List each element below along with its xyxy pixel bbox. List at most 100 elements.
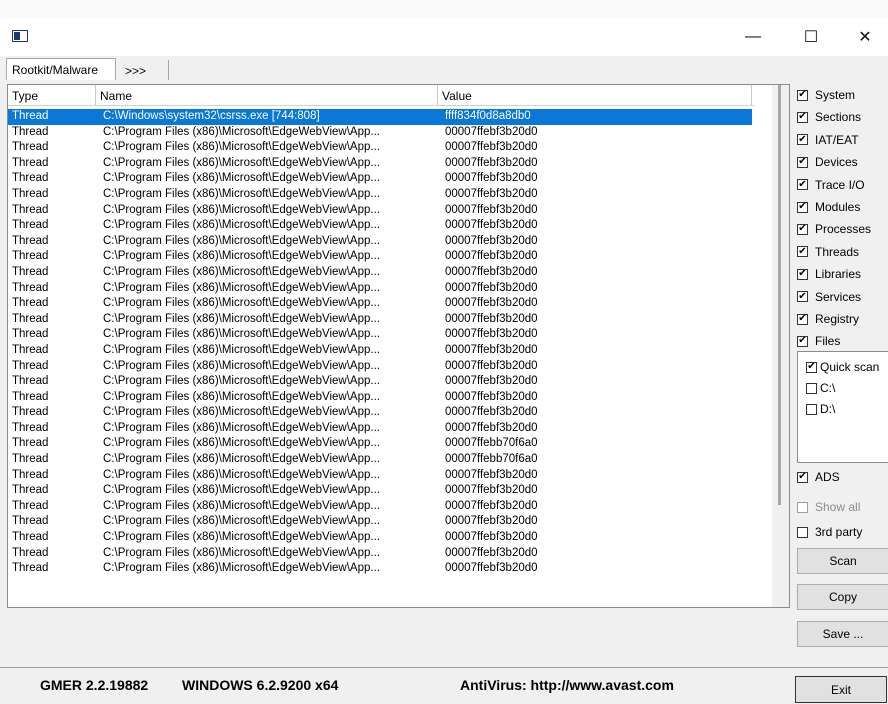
copy-button[interactable]: Copy <box>797 584 888 610</box>
maximize-button[interactable]: ☐ <box>788 18 834 56</box>
option-checkbox-trace-i-o[interactable]: ✔ Trace I/O <box>797 175 865 195</box>
cell-name: C:\Program Files (x86)\Microsoft\EdgeWeb… <box>103 156 380 169</box>
cell-name: C:\Program Files (x86)\Microsoft\EdgeWeb… <box>103 453 380 466</box>
checkmark-icon: ✔ <box>806 361 817 373</box>
third-party-checkbox[interactable]: 3rd party <box>797 522 862 542</box>
option-checkbox-files[interactable]: ✔ Files <box>797 331 840 351</box>
cell-value: 00007ffebf3b20d0 <box>445 187 538 200</box>
table-row[interactable]: Thread C:\Program Files (x86)\Microsoft\E… <box>8 187 754 203</box>
checkmark-icon: ✔ <box>797 268 808 280</box>
background-window-strip <box>0 0 888 18</box>
table-row[interactable]: Thread C:\Program Files (x86)\Microsoft\E… <box>8 234 754 250</box>
option-label: Libraries <box>815 267 862 282</box>
table-row[interactable]: Thread C:\Program Files (x86)\Microsoft\E… <box>8 359 754 375</box>
table-row[interactable]: Thread C:\Program Files (x86)\Microsoft\E… <box>8 530 754 546</box>
column-header-type[interactable]: Type <box>8 85 96 105</box>
table-row[interactable]: Thread C:\Program Files (x86)\Microsoft\E… <box>8 343 754 359</box>
table-row[interactable]: Thread C:\Program Files (x86)\Microsoft\E… <box>8 374 754 390</box>
table-row[interactable]: Thread C:\Program Files (x86)\Microsoft\E… <box>8 390 754 406</box>
option-checkbox-threads[interactable]: ✔ Threads <box>797 242 859 262</box>
cell-type: Thread <box>12 484 49 497</box>
option-checkbox-modules[interactable]: ✔ Modules <box>797 197 860 217</box>
version-text: GMER 2.2.19882 <box>40 677 149 693</box>
show-all-label: Show all <box>815 500 861 514</box>
option-checkbox-iat-eat[interactable]: ✔ IAT/EAT <box>797 130 859 150</box>
table-row[interactable]: Thread C:\Program Files (x86)\Microsoft\E… <box>8 218 754 234</box>
close-button[interactable]: ✕ <box>842 18 888 56</box>
table-row[interactable]: Thread C:\Program Files (x86)\Microsoft\E… <box>8 125 754 141</box>
table-row[interactable]: Thread C:\Program Files (x86)\Microsoft\E… <box>8 514 754 530</box>
drive-checkbox[interactable]: D:\ <box>806 400 835 418</box>
exit-button[interactable]: Exit <box>795 676 887 703</box>
option-checkbox-system[interactable]: ✔ System <box>797 85 855 105</box>
table-row[interactable]: Thread C:\Program Files (x86)\Microsoft\E… <box>8 312 754 328</box>
scrollbar-thumb[interactable] <box>778 85 781 505</box>
table-row[interactable]: Thread C:\Program Files (x86)\Microsoft\E… <box>8 296 754 312</box>
tab-more[interactable]: >>> <box>117 60 169 80</box>
drive-checkbox[interactable]: C:\ <box>806 379 835 397</box>
table-row[interactable]: Thread C:\Program Files (x86)\Microsoft\E… <box>8 327 754 343</box>
option-checkbox-devices[interactable]: ✔ Devices <box>797 152 858 172</box>
cell-value: 00007ffebf3b20d0 <box>445 421 538 434</box>
cell-type: Thread <box>12 141 49 154</box>
cell-name: C:\Program Files (x86)\Microsoft\EdgeWeb… <box>103 484 380 497</box>
cell-type: Thread <box>12 203 49 216</box>
cell-name: C:\Program Files (x86)\Microsoft\EdgeWeb… <box>103 187 380 200</box>
column-header-name[interactable]: Name <box>96 85 438 105</box>
cell-type: Thread <box>12 421 49 434</box>
option-checkbox-processes[interactable]: ✔ Processes <box>797 219 871 239</box>
table-row[interactable]: Thread C:\Program Files (x86)\Microsoft\E… <box>8 249 754 265</box>
table-row[interactable]: Thread C:\Program Files (x86)\Microsoft\E… <box>8 156 754 172</box>
cell-type: Thread <box>12 453 49 466</box>
cell-value: 00007ffebf3b20d0 <box>445 265 538 278</box>
cell-value: 00007ffebf3b20d0 <box>445 203 538 216</box>
show-all-checkbox: Show all <box>797 497 860 517</box>
table-row[interactable]: Thread C:\Program Files (x86)\Microsoft\E… <box>8 203 754 219</box>
option-checkbox-sections[interactable]: ✔ Sections <box>797 107 861 127</box>
cell-name: C:\Program Files (x86)\Microsoft\EdgeWeb… <box>103 172 380 185</box>
save-button[interactable]: Save ... <box>797 621 888 647</box>
drive-list[interactable]: ✔ Quick scan C:\ D:\ <box>797 351 888 463</box>
table-row[interactable]: Thread C:\Program Files (x86)\Microsoft\E… <box>8 281 754 297</box>
drive-checkbox[interactable]: ✔ Quick scan <box>806 358 879 376</box>
results-list[interactable]: Type Name Value Thread C:\Windows\system3… <box>7 84 790 608</box>
table-row[interactable]: Thread C:\Windows\system32\csrss.exe [744… <box>8 109 752 125</box>
cell-type: Thread <box>12 265 49 278</box>
option-label: Threads <box>815 244 860 259</box>
table-row[interactable]: Thread C:\Program Files (x86)\Microsoft\E… <box>8 499 754 515</box>
ads-checkbox[interactable]: ✔ ADS <box>797 467 840 487</box>
scan-button[interactable]: Scan <box>797 548 888 574</box>
cell-name: C:\Program Files (x86)\Microsoft\EdgeWeb… <box>103 250 380 263</box>
table-row[interactable]: Thread C:\Program Files (x86)\Microsoft\E… <box>8 468 754 484</box>
minimize-button[interactable]: — <box>730 18 776 56</box>
tab-rootkit-malware[interactable]: Rootkit/Malware <box>6 58 116 80</box>
table-row[interactable]: Thread C:\Program Files (x86)\Microsoft\E… <box>8 436 754 452</box>
table-row[interactable]: Thread C:\Program Files (x86)\Microsoft\E… <box>8 265 754 281</box>
cell-value: 00007ffebf3b20d0 <box>445 499 538 512</box>
vertical-scrollbar[interactable] <box>772 85 789 607</box>
ads-label: ADS <box>815 470 840 484</box>
option-checkbox-services[interactable]: ✔ Services <box>797 287 861 307</box>
column-header-value[interactable]: Value <box>438 85 752 105</box>
cell-type: Thread <box>12 562 49 575</box>
table-row[interactable]: Thread C:\Program Files (x86)\Microsoft\E… <box>8 546 754 562</box>
option-checkbox-registry[interactable]: ✔ Registry <box>797 309 859 329</box>
checkbox-box <box>797 501 808 513</box>
table-row[interactable]: Thread C:\Program Files (x86)\Microsoft\E… <box>8 171 754 187</box>
table-row[interactable]: Thread C:\Program Files (x86)\Microsoft\E… <box>8 140 754 156</box>
table-row[interactable]: Thread C:\Program Files (x86)\Microsoft\E… <box>8 561 754 577</box>
option-label: IAT/EAT <box>815 132 859 147</box>
status-bar: GMER 2.2.19882 WINDOWS 6.2.9200 x64 Anti… <box>0 667 888 704</box>
cell-name: C:\Program Files (x86)\Microsoft\EdgeWeb… <box>103 297 380 310</box>
cell-type: Thread <box>12 546 49 559</box>
cell-type: Thread <box>12 515 49 528</box>
checkmark-icon: ✔ <box>797 223 808 235</box>
cell-name: C:\Program Files (x86)\Microsoft\EdgeWeb… <box>103 562 380 575</box>
table-row[interactable]: Thread C:\Program Files (x86)\Microsoft\E… <box>8 452 754 468</box>
checkmark-icon: ✔ <box>797 178 808 191</box>
table-row[interactable]: Thread C:\Program Files (x86)\Microsoft\E… <box>8 483 754 499</box>
list-header: Type Name Value <box>8 85 754 106</box>
table-row[interactable]: Thread C:\Program Files (x86)\Microsoft\E… <box>8 405 754 421</box>
option-checkbox-libraries[interactable]: ✔ Libraries <box>797 264 861 284</box>
table-row[interactable]: Thread C:\Program Files (x86)\Microsoft\E… <box>8 421 754 437</box>
